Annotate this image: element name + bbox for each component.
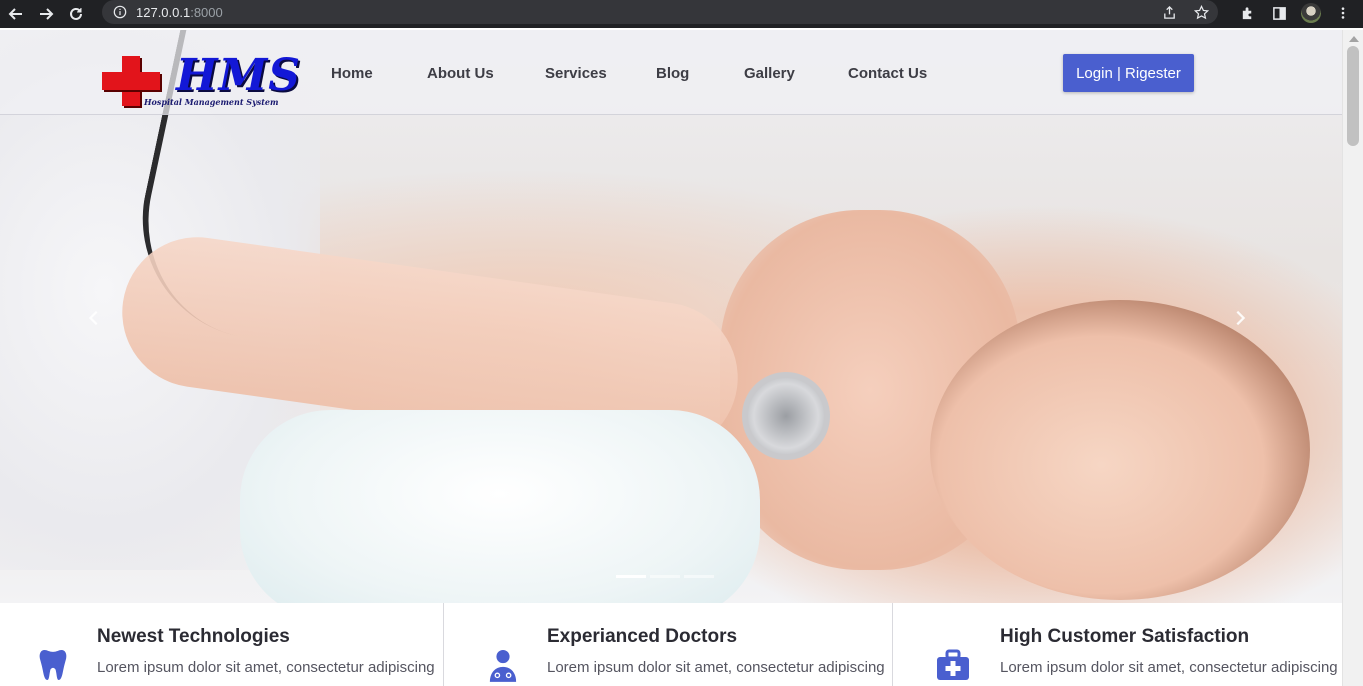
extensions-area [1237, 3, 1353, 23]
medkit-icon [936, 647, 970, 683]
forward-icon[interactable] [32, 3, 60, 25]
browser-toolbar: 127.0.0.1:8000 [0, 0, 1363, 28]
feature-divider [443, 603, 444, 686]
url-text: 127.0.0.1:8000 [136, 5, 223, 20]
extensions-puzzle-icon[interactable] [1237, 3, 1257, 23]
login-register-button[interactable]: Login | Rigester [1063, 54, 1194, 92]
bookmark-star-icon[interactable] [1192, 3, 1210, 21]
nav-about-us[interactable]: About Us [427, 65, 545, 82]
site-logo[interactable]: HMS Hospital Management System [102, 52, 300, 114]
hero-carousel [0, 30, 1342, 603]
carousel-indicator-3[interactable] [684, 575, 714, 578]
scroll-thumb[interactable] [1347, 46, 1359, 146]
feature-divider [892, 603, 893, 686]
nav-contact-us[interactable]: Contact Us [848, 65, 938, 82]
features-section: Newest Technologies Lorem ipsum dolor si… [0, 603, 1342, 686]
main-nav: Home About Us Services Blog Gallery Cont… [331, 65, 938, 82]
profile-avatar[interactable] [1301, 3, 1321, 23]
omnibox-actions [1160, 3, 1210, 21]
feature-newest-technologies: Newest Technologies Lorem ipsum dolor si… [36, 603, 442, 686]
feature-title: High Customer Satisfaction [1000, 626, 1250, 647]
share-icon[interactable] [1160, 3, 1178, 21]
tooth-icon [36, 647, 70, 683]
more-menu-icon[interactable] [1333, 3, 1353, 23]
page-scrollbar[interactable] [1342, 30, 1363, 686]
carousel-indicator-1[interactable] [616, 575, 646, 578]
feature-title: Newest Technologies [97, 626, 290, 647]
nav-services[interactable]: Services [545, 65, 656, 82]
logo-text: HMS [176, 50, 302, 101]
url-port: :8000 [190, 4, 223, 20]
feature-text: Lorem ipsum dolor sit amet, consectetur … [97, 659, 435, 676]
url-host: 127.0.0.1 [136, 4, 191, 20]
feature-high-customer-satisfaction: High Customer Satisfaction Lorem ipsum d… [936, 603, 1342, 686]
site-header: HMS Hospital Management System Home Abou… [0, 30, 1342, 115]
site-info-icon[interactable] [112, 4, 128, 20]
nav-gallery[interactable]: Gallery [744, 65, 848, 82]
carousel-indicator-2[interactable] [650, 575, 680, 578]
carousel-indicators [616, 575, 714, 578]
logo-subtitle: Hospital Management System [144, 97, 279, 107]
feature-experienced-doctors: Experianced Doctors Lorem ipsum dolor si… [486, 603, 892, 686]
feature-text: Lorem ipsum dolor sit amet, consectetur … [547, 659, 885, 676]
feature-title: Experianced Doctors [547, 626, 738, 647]
address-bar[interactable]: 127.0.0.1:8000 [102, 0, 1218, 24]
doctor-icon [486, 647, 520, 683]
nav-blog[interactable]: Blog [656, 65, 744, 82]
reload-icon[interactable] [62, 3, 90, 25]
back-icon[interactable] [2, 3, 30, 25]
feature-text: Lorem ipsum dolor sit amet, consectetur … [1000, 659, 1338, 676]
carousel-next-icon[interactable] [1230, 308, 1250, 328]
hero-image-baby-head [930, 300, 1310, 600]
carousel-prev-icon[interactable] [84, 308, 104, 328]
nav-home[interactable]: Home [331, 65, 427, 82]
page-viewport: HMS Hospital Management System Home Abou… [0, 30, 1342, 686]
hero-image-stethoscope [742, 372, 830, 460]
side-panel-icon[interactable] [1269, 3, 1289, 23]
scroll-up-icon[interactable] [1349, 36, 1359, 42]
